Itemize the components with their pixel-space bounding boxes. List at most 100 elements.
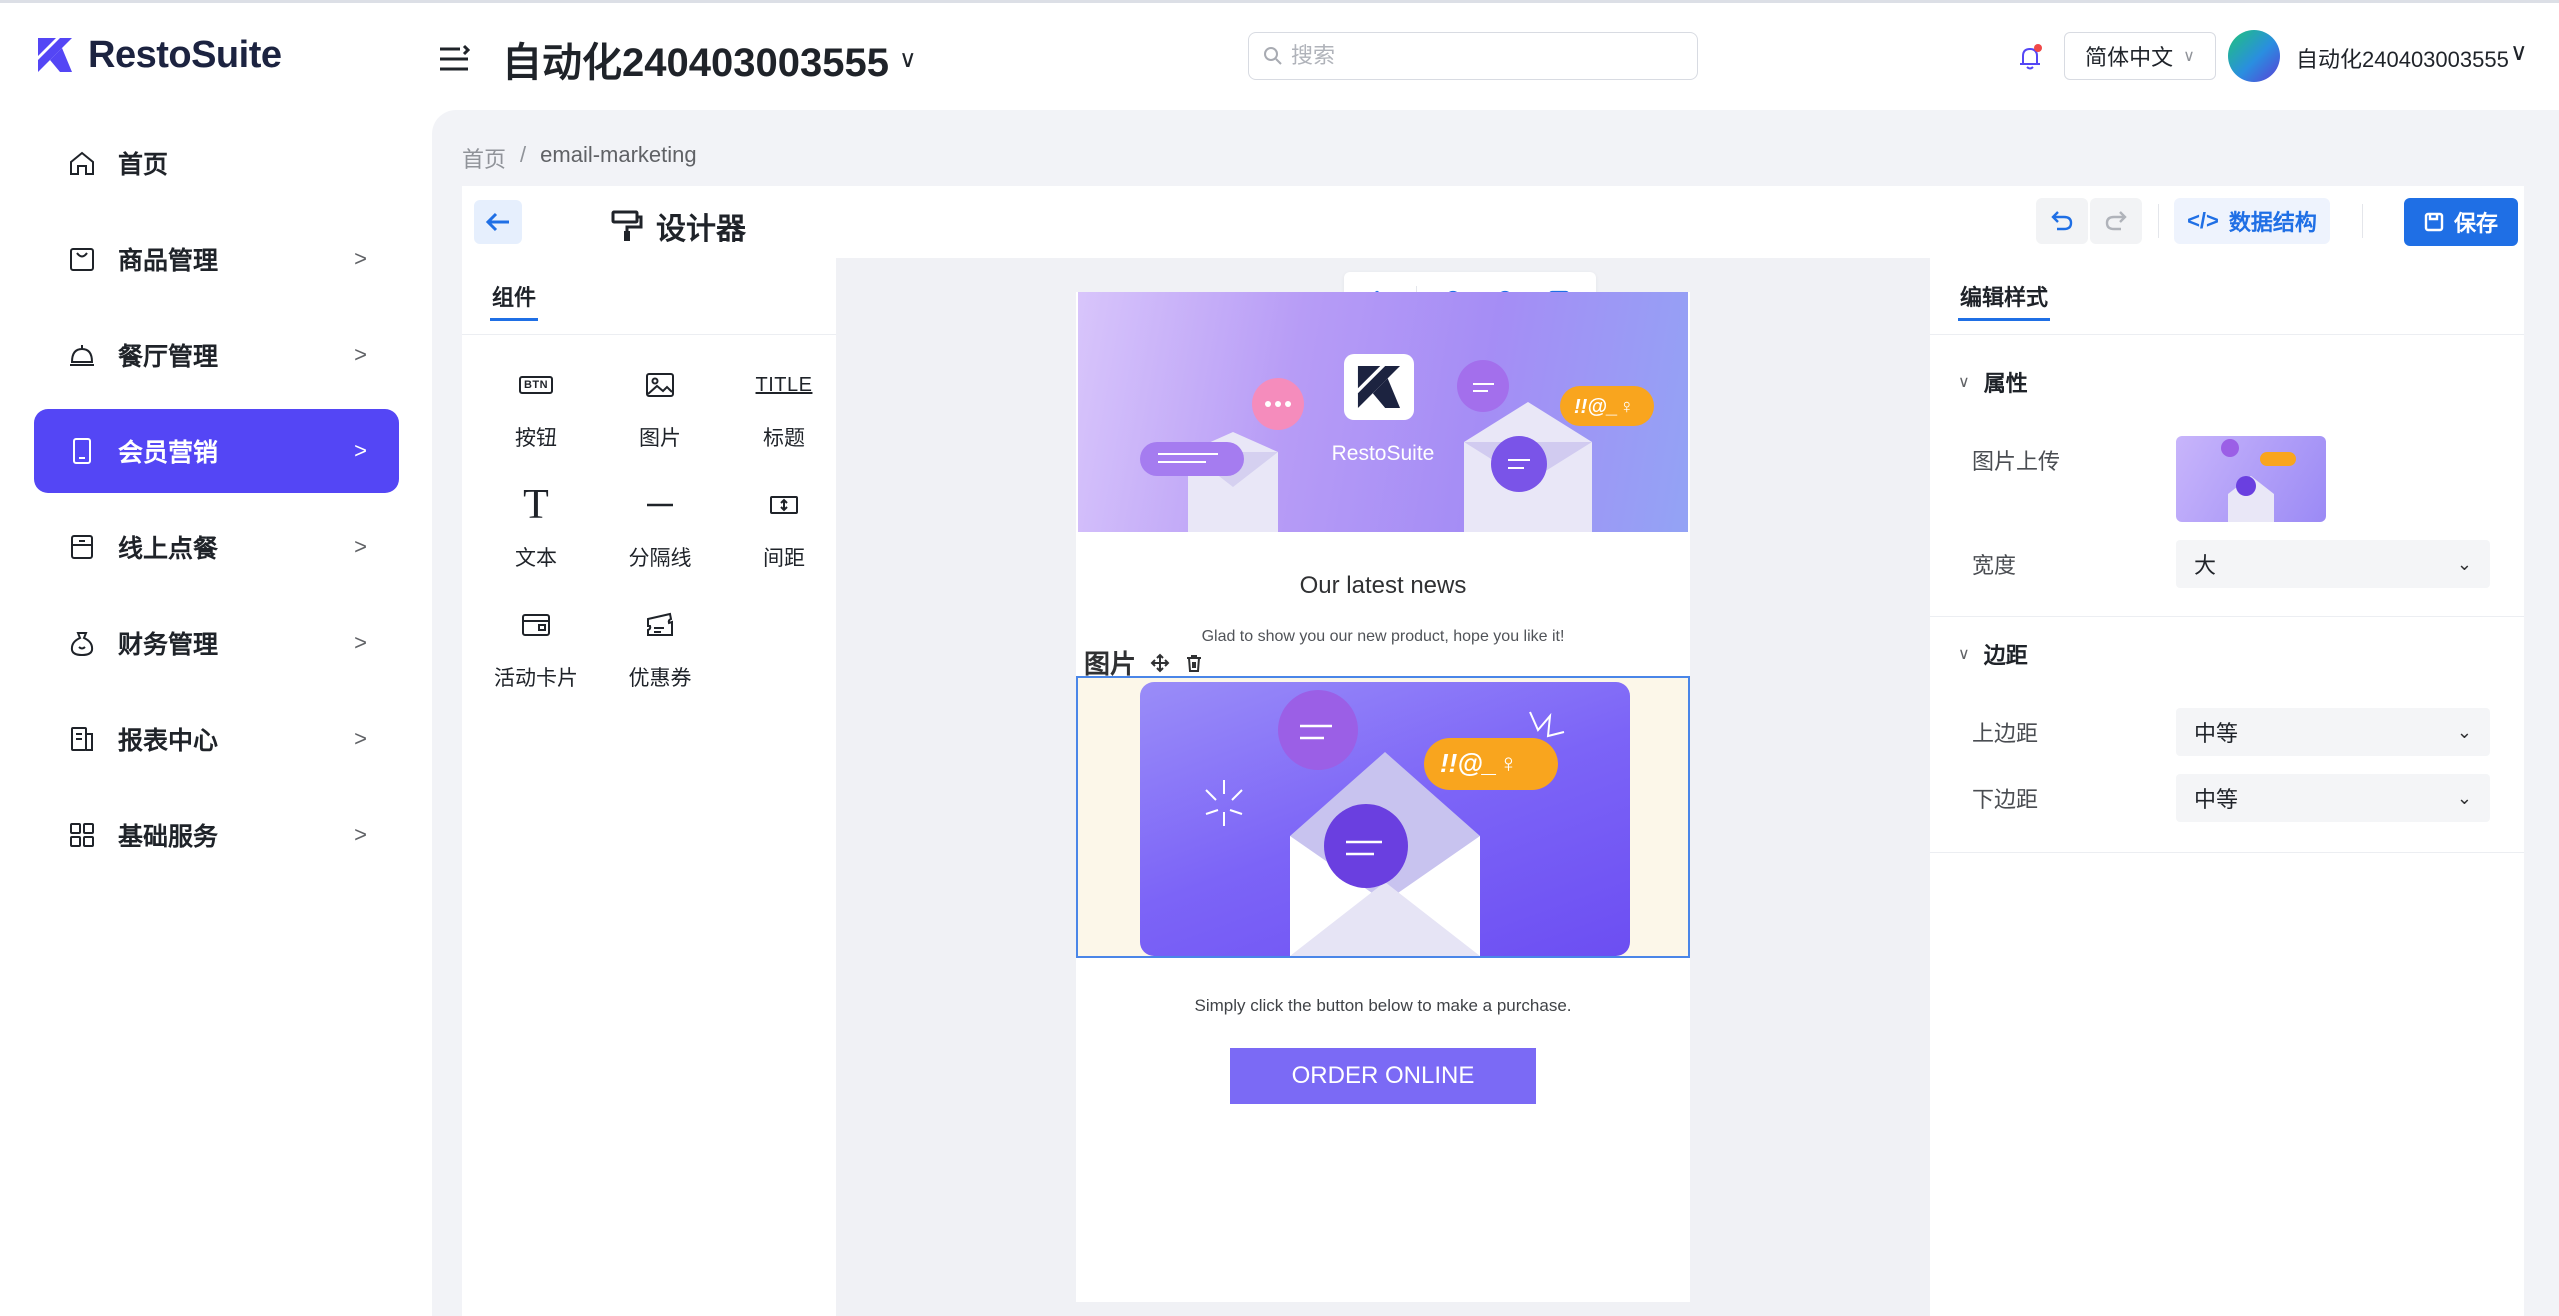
chevron-down-icon: ⌄ — [2456, 553, 2472, 574]
store-selector[interactable]: 自动化240403003555 ∨ — [502, 30, 917, 88]
section-divider — [1930, 852, 2524, 853]
tab-divider — [462, 334, 836, 335]
home-icon — [66, 147, 98, 179]
sidebar-item-member-marketing[interactable]: 会员营销 > — [34, 409, 399, 493]
chevron-down-icon: ⌄ — [2456, 787, 2472, 808]
component-label: 按钮 — [515, 427, 557, 450]
email-purchase-text[interactable]: Simply click the button below to make a … — [1076, 996, 1690, 1016]
notification-button[interactable] — [2008, 36, 2052, 80]
sidebar-item-label: 基础服务 — [118, 823, 219, 851]
component-text[interactable]: T 文本 — [474, 478, 598, 582]
user-name[interactable]: 自动化240403003555 — [2296, 42, 2509, 74]
top-margin-value: 中等 — [2194, 721, 2239, 746]
data-schema-button[interactable]: </> 数据结构 — [2174, 198, 2330, 244]
sidebar-item-home[interactable]: 首页 — [34, 121, 399, 205]
avatar[interactable] — [2228, 30, 2280, 82]
spacing-icon — [768, 478, 800, 532]
chevron-right-icon: > — [354, 726, 367, 751]
search-input[interactable] — [1291, 43, 1671, 69]
section-divider — [1930, 616, 2524, 617]
undo-button[interactable] — [2036, 198, 2088, 244]
tab-edit-style[interactable]: 编辑样式 — [1960, 280, 2048, 312]
chevron-down-icon: ∨ — [2183, 48, 2195, 65]
text-icon: T — [523, 482, 549, 528]
image-upload-thumbnail[interactable] — [2176, 436, 2326, 522]
sidebar: 首页 商品管理 > 餐厅管理 > 会员营销 > 线上点餐 > 财务管理 > 报表… — [34, 121, 399, 889]
component-title[interactable]: TITLE 标题 — [722, 358, 846, 462]
hero-brand-name: RestoSuite — [1331, 442, 1435, 465]
email-title[interactable]: Our latest news — [1076, 572, 1690, 600]
sidebar-item-reports[interactable]: 报表中心 > — [34, 697, 399, 781]
component-label: 优惠券 — [628, 667, 692, 690]
tab-components[interactable]: 组件 — [492, 280, 536, 312]
top-margin-select[interactable]: 中等 ⌄ — [2176, 708, 2490, 756]
search-box[interactable] — [1248, 32, 1698, 80]
component-event-card[interactable]: 活动卡片 — [474, 598, 598, 702]
chevron-right-icon: > — [354, 438, 367, 463]
thumbnail-illustration — [2221, 439, 2296, 522]
restosuite-logo-icon — [38, 38, 72, 72]
image-upload-label: 图片上传 — [1972, 449, 2061, 474]
component-label: 图片 — [639, 427, 681, 450]
email-hero-banner[interactable]: RestoSuite !!@_♀ — [1078, 292, 1688, 532]
undo-icon — [2051, 211, 2073, 231]
designer-title-text: 设计器 — [656, 213, 746, 246]
restosuite-logo-icon — [1357, 365, 1401, 409]
report-icon — [66, 723, 98, 755]
arrow-left-icon — [485, 212, 509, 232]
order-online-button[interactable]: ORDER ONLINE — [1230, 1048, 1536, 1104]
brand-logo[interactable]: RestoSuite — [34, 30, 282, 80]
store-name: 自动化240403003555 — [502, 41, 889, 85]
sidebar-item-basic-services[interactable]: 基础服务 > — [34, 793, 399, 877]
language-select[interactable]: 简体中文 ∨ — [2064, 32, 2216, 80]
chevron-down-icon: ∨ — [1958, 374, 1970, 391]
envelope-illustration: !!@_♀ — [1205, 690, 1565, 956]
selected-image-block[interactable]: !!@_♀ — [1076, 676, 1690, 958]
component-coupon[interactable]: 优惠券 — [598, 598, 722, 702]
hero-logo — [1344, 354, 1414, 420]
divider-icon — [644, 478, 676, 532]
component-image[interactable]: 图片 — [598, 358, 722, 462]
delete-icon[interactable] — [1184, 653, 1204, 673]
email-content-image: !!@_♀ — [1140, 682, 1630, 956]
back-button[interactable] — [474, 200, 522, 244]
components-grid: BTN 按钮 图片 TITLE 标题 T 文本 分隔线 间距 活动卡片 优惠券 — [474, 358, 834, 702]
redo-icon — [2105, 211, 2127, 231]
paint-roller-icon — [611, 210, 643, 241]
tab-active-indicator — [1958, 318, 2050, 321]
redo-button[interactable] — [2090, 198, 2142, 244]
mobile-icon — [66, 435, 98, 467]
move-icon[interactable] — [1150, 653, 1170, 673]
section-margin-header[interactable]: ∨ 边距 — [1958, 638, 2028, 670]
chevron-right-icon: > — [354, 534, 367, 559]
button-icon: BTN — [518, 358, 554, 412]
breadcrumb: 首页 / email-marketing — [462, 142, 697, 174]
sidebar-item-label: 商品管理 — [118, 247, 219, 275]
bottom-margin-select[interactable]: 中等 ⌄ — [2176, 774, 2490, 822]
design-canvas: RestoSuite !!@_♀ Our latest news Glad to… — [836, 258, 1930, 1316]
card-icon — [520, 598, 552, 652]
tab-active-indicator — [490, 318, 538, 321]
menu-fold-icon — [440, 44, 471, 71]
email-preview: RestoSuite !!@_♀ Our latest news Glad to… — [1076, 292, 1690, 1302]
sidebar-item-online-ordering[interactable]: 线上点餐 > — [34, 505, 399, 589]
menu-toggle-button[interactable] — [438, 44, 471, 74]
save-icon — [2424, 212, 2444, 232]
code-icon: </> — [2187, 208, 2219, 233]
sidebar-item-label: 首页 — [118, 151, 169, 179]
width-select[interactable]: 大 ⌄ — [2176, 540, 2490, 588]
designer-title: 设计器 — [610, 204, 746, 248]
save-button[interactable]: 保存 — [2404, 198, 2518, 246]
user-menu-chevron-icon[interactable]: ∨ — [2510, 38, 2528, 67]
chevron-down-icon: ∨ — [1958, 646, 1970, 663]
sidebar-item-restaurant[interactable]: 餐厅管理 > — [34, 313, 399, 397]
grid-icon — [66, 819, 98, 851]
component-spacing[interactable]: 间距 — [722, 478, 846, 582]
section-properties-header[interactable]: ∨ 属性 — [1958, 366, 2028, 398]
breadcrumb-home[interactable]: 首页 — [462, 142, 506, 174]
sidebar-item-finance[interactable]: 财务管理 > — [34, 601, 399, 685]
sidebar-item-products[interactable]: 商品管理 > — [34, 217, 399, 301]
component-button[interactable]: BTN 按钮 — [474, 358, 598, 462]
component-divider[interactable]: 分隔线 — [598, 478, 722, 582]
dining-bell-icon — [66, 339, 98, 371]
